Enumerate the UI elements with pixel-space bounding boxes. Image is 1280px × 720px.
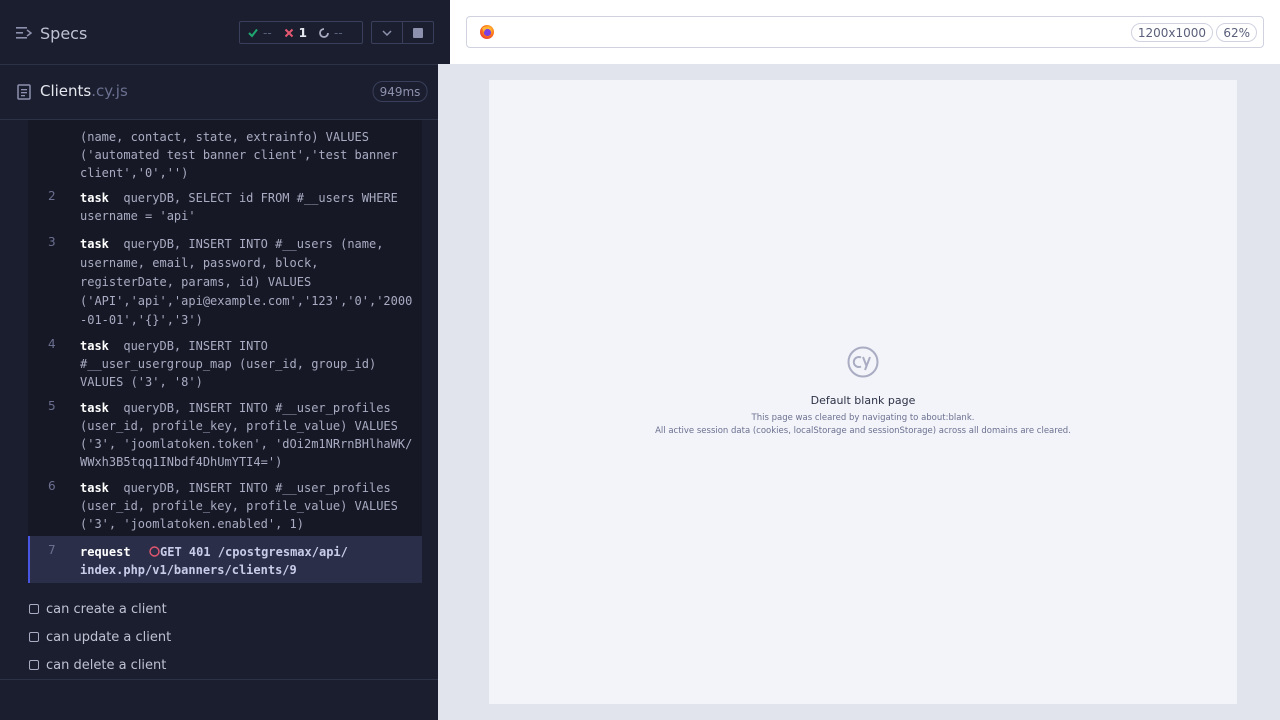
panel-resizer[interactable] — [438, 64, 450, 720]
command-body: task queryDB, INSERT INTO #__user_profil… — [80, 479, 416, 533]
specs-toggle-button[interactable]: Specs — [16, 21, 87, 45]
reporter-footer — [0, 679, 438, 720]
command-name: task — [80, 401, 109, 415]
command-log[interactable]: (name, contact, state, extrainfo) VALUES… — [28, 120, 422, 583]
command-name: task — [80, 339, 109, 353]
spec-name: Clients — [40, 82, 92, 100]
command-name: request — [80, 545, 131, 559]
stat-pending-count: -- — [334, 25, 343, 40]
stop-icon — [413, 27, 423, 38]
command-name: task — [80, 481, 109, 495]
stat-failed-count: 1 — [298, 25, 308, 40]
x-icon — [284, 28, 293, 37]
stat-passed-count: -- — [263, 25, 272, 40]
spec-duration-badge: 949ms — [372, 81, 428, 102]
command-text: queryDB, INSERT INTO #__users (name, use… — [80, 237, 413, 327]
blank-page-message: All active session data (cookies, localS… — [655, 426, 1071, 436]
app-under-test-panel: 1200x1000 62% Default blank page This pa… — [450, 0, 1280, 720]
chevron-down-icon — [382, 29, 392, 36]
viewport-size-badge[interactable]: 1200x1000 — [1130, 23, 1213, 42]
command-body: task queryDB, INSERT INTO #__users (name… — [80, 235, 416, 330]
firefox-icon — [480, 25, 494, 39]
blank-page-message: This page was cleared by navigating to a… — [751, 413, 975, 423]
check-icon — [248, 28, 258, 38]
command-name: task — [80, 237, 109, 251]
command-number: 4 — [48, 337, 56, 351]
test-item[interactable]: can delete a client — [29, 655, 166, 675]
test-status-icon — [29, 660, 39, 670]
command-text: queryDB, INSERT INTO #__user_profiles (u… — [80, 481, 398, 531]
stat-pending: -- — [319, 26, 343, 40]
reporter-panel: Specs -- 1 -- Clients.cy.js 949ms (name,… — [0, 0, 438, 720]
run-controls — [371, 21, 434, 44]
specs-label: Specs — [40, 23, 88, 43]
command-name: task — [80, 191, 109, 205]
test-title: can update a client — [46, 629, 172, 645]
circle-icon — [149, 546, 160, 557]
cypress-logo-icon — [847, 346, 879, 378]
command-text: (name, contact, state, extrainfo) VALUES… — [80, 130, 398, 180]
command-number: 3 — [48, 235, 56, 249]
command-number: 5 — [48, 399, 56, 413]
spec-ext: .cy.js — [91, 82, 128, 100]
command-text: queryDB, SELECT id FROM #__users WHERE u… — [80, 191, 398, 223]
document-icon — [17, 84, 31, 100]
stat-passed: -- — [248, 26, 272, 40]
command-number: 7 — [48, 543, 56, 557]
spec-title[interactable]: Clients.cy.js — [40, 82, 128, 100]
command-row[interactable]: (name, contact, state, extrainfo) VALUES… — [28, 120, 422, 180]
command-row[interactable]: 4 task queryDB, INSERT INTO #__user_user… — [28, 333, 422, 389]
test-item[interactable]: can update a client — [29, 627, 171, 647]
stat-failed: 1 — [284, 26, 307, 40]
menu-icon — [16, 27, 32, 39]
command-row-failed[interactable]: 7 request GET 401 /cpostgresmax/api/ ind… — [28, 536, 422, 583]
command-body: (name, contact, state, extrainfo) VALUES… — [80, 128, 416, 182]
reporter-header: Specs -- 1 -- — [0, 0, 438, 65]
aut-header: 1200x1000 62% — [450, 0, 1280, 64]
command-body: task queryDB, SELECT id FROM #__users WH… — [80, 189, 416, 225]
test-title: can delete a client — [46, 657, 167, 673]
blank-page-title: Default blank page — [810, 394, 916, 407]
command-body: request GET 401 /cpostgresmax/api/ index… — [80, 543, 416, 579]
test-title: can create a client — [46, 601, 167, 617]
command-row[interactable]: 3 task queryDB, INSERT INTO #__users (na… — [28, 232, 422, 328]
command-body: task queryDB, INSERT INTO #__user_profil… — [80, 399, 416, 471]
test-status-icon — [29, 604, 39, 614]
expand-button[interactable] — [372, 22, 402, 43]
aut-iframe: Default blank page This page was cleared… — [489, 80, 1237, 704]
url-bar[interactable]: 1200x1000 62% — [466, 16, 1264, 48]
command-text: queryDB, INSERT INTO #__user_profiles (u… — [80, 401, 413, 469]
command-number: 6 — [48, 479, 56, 493]
command-number: 2 — [48, 189, 56, 203]
command-body: task queryDB, INSERT INTO #__user_usergr… — [80, 337, 416, 391]
command-text: queryDB, INSERT INTO #__user_usergroup_m… — [80, 339, 377, 389]
test-item[interactable]: can create a client — [29, 599, 167, 619]
test-stats: -- 1 -- — [239, 21, 363, 44]
zoom-badge: 62% — [1216, 23, 1257, 42]
test-status-icon — [29, 632, 39, 642]
command-row[interactable]: 2 task queryDB, SELECT id FROM #__users … — [28, 186, 422, 226]
command-row[interactable]: 5 task queryDB, INSERT INTO #__user_prof… — [28, 395, 422, 471]
command-row[interactable]: 6 task queryDB, INSERT INTO #__user_prof… — [28, 475, 422, 533]
spinner-icon — [319, 27, 329, 38]
stop-button[interactable] — [402, 22, 433, 43]
